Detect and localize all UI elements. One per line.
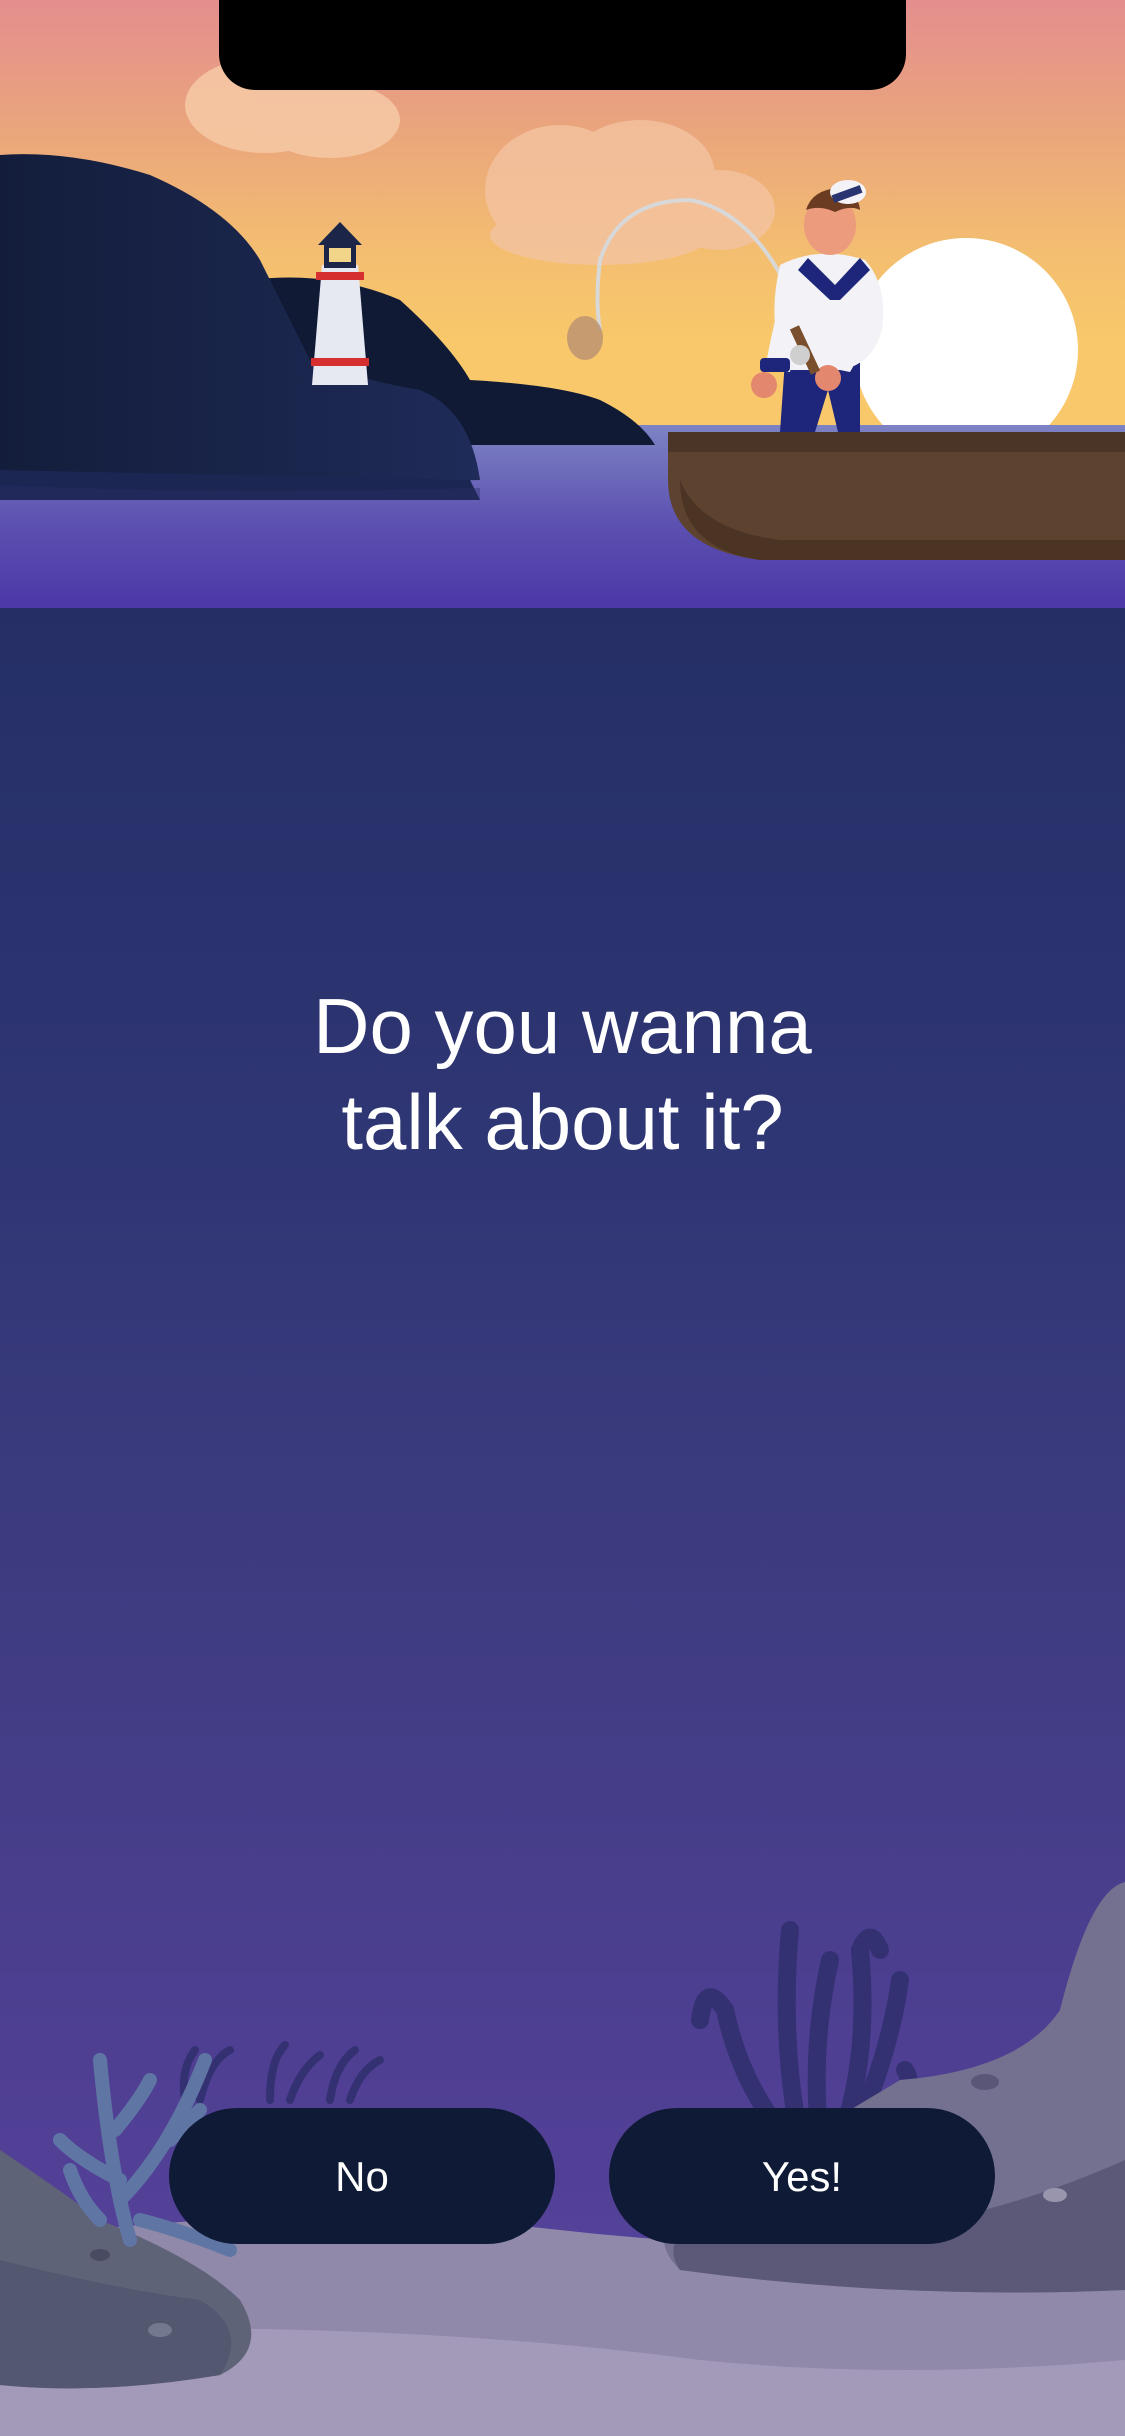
question-line-1: Do you wanna <box>313 982 812 1070</box>
lighthouse-icon <box>311 222 369 385</box>
no-button[interactable]: No <box>169 2108 555 2244</box>
cloud-center <box>485 120 775 265</box>
question-title: Do you wanna talk about it? <box>0 978 1125 1170</box>
question-line-2: talk about it? <box>341 1078 784 1166</box>
boat <box>668 432 1125 560</box>
yes-button[interactable]: Yes! <box>609 2108 995 2244</box>
device-notch <box>219 0 906 90</box>
fish-hook <box>567 316 603 360</box>
sailor-fishing-illustration <box>0 57 1125 610</box>
screen: Do you wanna talk about it? No Yes! <box>0 0 1125 2436</box>
